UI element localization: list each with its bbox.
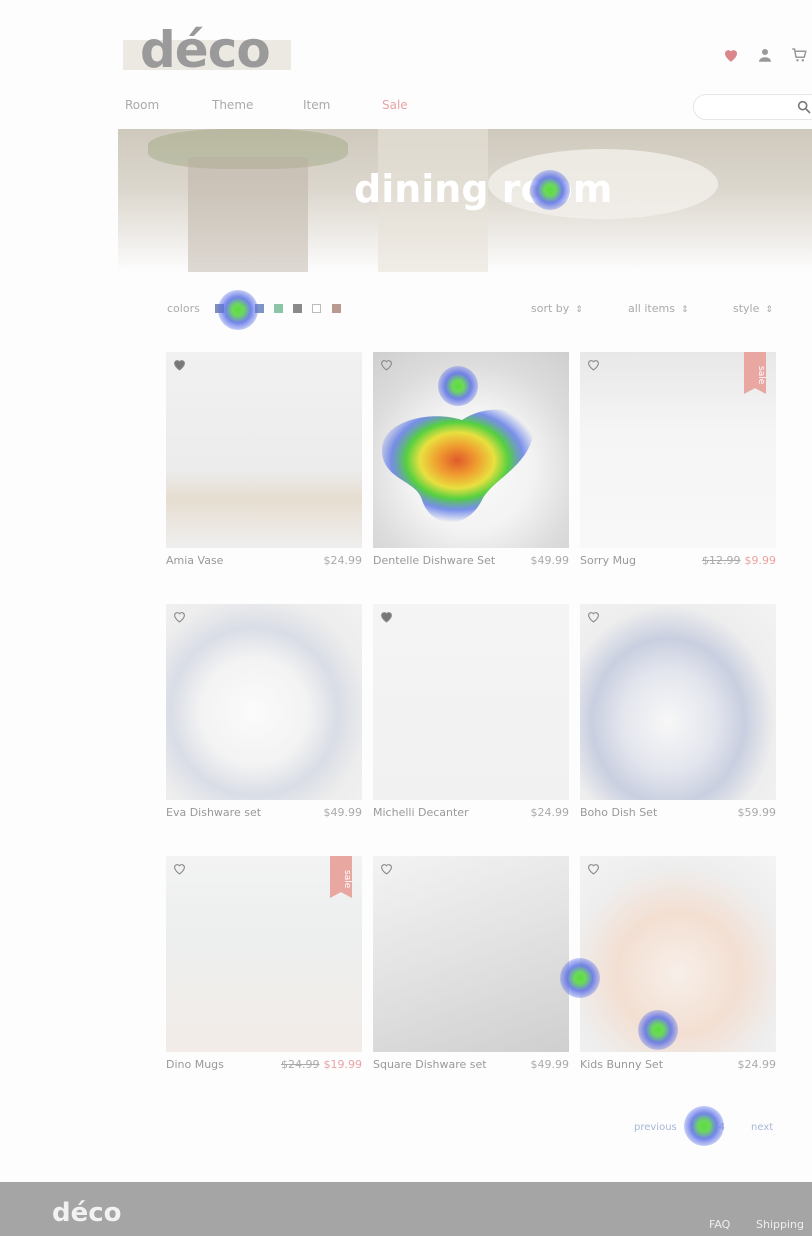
original-price: $12.99 bbox=[702, 554, 741, 567]
product-price: $24.99 bbox=[530, 806, 570, 819]
sale-tag: sale bbox=[330, 856, 352, 898]
hero-cabinet bbox=[188, 157, 308, 272]
product-name[interactable]: Amia Vase bbox=[166, 554, 223, 567]
heart-outline-icon[interactable] bbox=[173, 863, 186, 875]
heart-outline-icon[interactable] bbox=[173, 611, 186, 623]
color-swatch[interactable] bbox=[235, 304, 244, 313]
product-price: $49.99 bbox=[530, 1058, 570, 1071]
product-image[interactable] bbox=[373, 604, 569, 800]
heart-icon[interactable] bbox=[722, 46, 740, 64]
footer-link-faq[interactable]: FAQ bbox=[709, 1218, 730, 1231]
color-swatch[interactable] bbox=[312, 304, 321, 313]
product-name[interactable]: Michelli Decanter bbox=[373, 806, 469, 819]
footer: déco FAQ Shipping bbox=[0, 1182, 812, 1236]
original-price: $24.99 bbox=[281, 1058, 320, 1071]
product-name[interactable]: Sorry Mug bbox=[580, 554, 636, 567]
product-price: $49.99 bbox=[323, 806, 363, 819]
product-name[interactable]: Eva Dishware set bbox=[166, 806, 261, 819]
product-image[interactable] bbox=[166, 352, 362, 548]
page-numbers[interactable]: 1 2 3 4 bbox=[690, 1122, 725, 1133]
site-logo[interactable]: déco bbox=[140, 20, 271, 80]
search-icon[interactable] bbox=[796, 99, 812, 115]
nav-item-room[interactable]: Room bbox=[125, 98, 159, 112]
sort-by-label: sort by bbox=[531, 302, 570, 315]
style-label: style bbox=[733, 302, 760, 315]
search-input[interactable] bbox=[693, 94, 812, 120]
product-name[interactable]: Boho Dish Set bbox=[580, 806, 657, 819]
heart-outline-icon[interactable] bbox=[587, 863, 600, 875]
product-price: $24.99 bbox=[323, 554, 363, 567]
items-arrows-icon: ⇕ bbox=[680, 305, 689, 315]
product-name[interactable]: Dino Mugs bbox=[166, 1058, 224, 1071]
product-image[interactable] bbox=[580, 856, 776, 1052]
color-swatch[interactable] bbox=[293, 304, 302, 313]
product-image[interactable] bbox=[373, 856, 569, 1052]
previous-link[interactable]: previous bbox=[634, 1122, 677, 1133]
nav-item-item[interactable]: Item bbox=[303, 98, 330, 112]
sale-price: $9.99 bbox=[744, 554, 777, 567]
product-price: $24.99 bbox=[737, 1058, 777, 1071]
sort-arrows-icon: ⇕ bbox=[575, 305, 583, 315]
product-price: $12.99 $9.99 bbox=[702, 554, 776, 567]
header-icons bbox=[722, 46, 812, 66]
heart-outline-icon[interactable] bbox=[380, 863, 393, 875]
pagination: previous 1 2 3 4 next bbox=[0, 1122, 812, 1138]
main-nav: Room Theme Item Sale bbox=[0, 98, 812, 118]
hero-banner: dining room bbox=[118, 129, 812, 272]
filter-bar: colors sort by ⇕ all items ⇕ style ⇕ bbox=[0, 300, 812, 320]
colors-label: colors bbox=[167, 302, 200, 315]
color-swatch[interactable] bbox=[332, 304, 341, 313]
product-image[interactable] bbox=[580, 604, 776, 800]
color-swatch[interactable] bbox=[255, 304, 264, 313]
sort-by-dropdown[interactable]: sort by ⇕ bbox=[531, 302, 583, 315]
next-link[interactable]: next bbox=[751, 1122, 773, 1133]
nav-item-sale[interactable]: Sale bbox=[382, 98, 408, 112]
footer-link-shipping[interactable]: Shipping bbox=[756, 1218, 804, 1231]
footer-logo[interactable]: déco bbox=[52, 1198, 122, 1228]
product-image[interactable] bbox=[373, 352, 569, 548]
product-image[interactable] bbox=[166, 604, 362, 800]
heart-outline-icon[interactable] bbox=[587, 611, 600, 623]
product-name[interactable]: Kids Bunny Set bbox=[580, 1058, 663, 1071]
all-items-dropdown[interactable]: all items ⇕ bbox=[628, 302, 688, 315]
product-name[interactable]: Dentelle Dishware Set bbox=[373, 554, 495, 567]
nav-item-theme[interactable]: Theme bbox=[212, 98, 253, 112]
sale-price: $19.99 bbox=[323, 1058, 363, 1071]
color-swatch[interactable] bbox=[274, 304, 283, 313]
style-arrows-icon: ⇕ bbox=[765, 305, 773, 315]
cart-icon[interactable] bbox=[790, 46, 808, 64]
heart-outline-icon[interactable] bbox=[587, 359, 600, 371]
hero-title: dining room bbox=[354, 167, 613, 211]
product-price: $49.99 bbox=[530, 554, 570, 567]
product-price: $59.99 bbox=[737, 806, 777, 819]
product-name[interactable]: Square Dishware set bbox=[373, 1058, 487, 1071]
color-swatch[interactable] bbox=[215, 304, 224, 313]
product-price: $24.99 $19.99 bbox=[281, 1058, 362, 1071]
sale-tag: sale bbox=[744, 352, 766, 394]
user-icon[interactable] bbox=[756, 46, 774, 64]
heart-filled-icon[interactable] bbox=[173, 359, 186, 371]
all-items-label: all items bbox=[628, 302, 675, 315]
heart-outline-icon[interactable] bbox=[380, 359, 393, 371]
style-dropdown[interactable]: style ⇕ bbox=[733, 302, 773, 315]
heart-filled-icon[interactable] bbox=[380, 611, 393, 623]
